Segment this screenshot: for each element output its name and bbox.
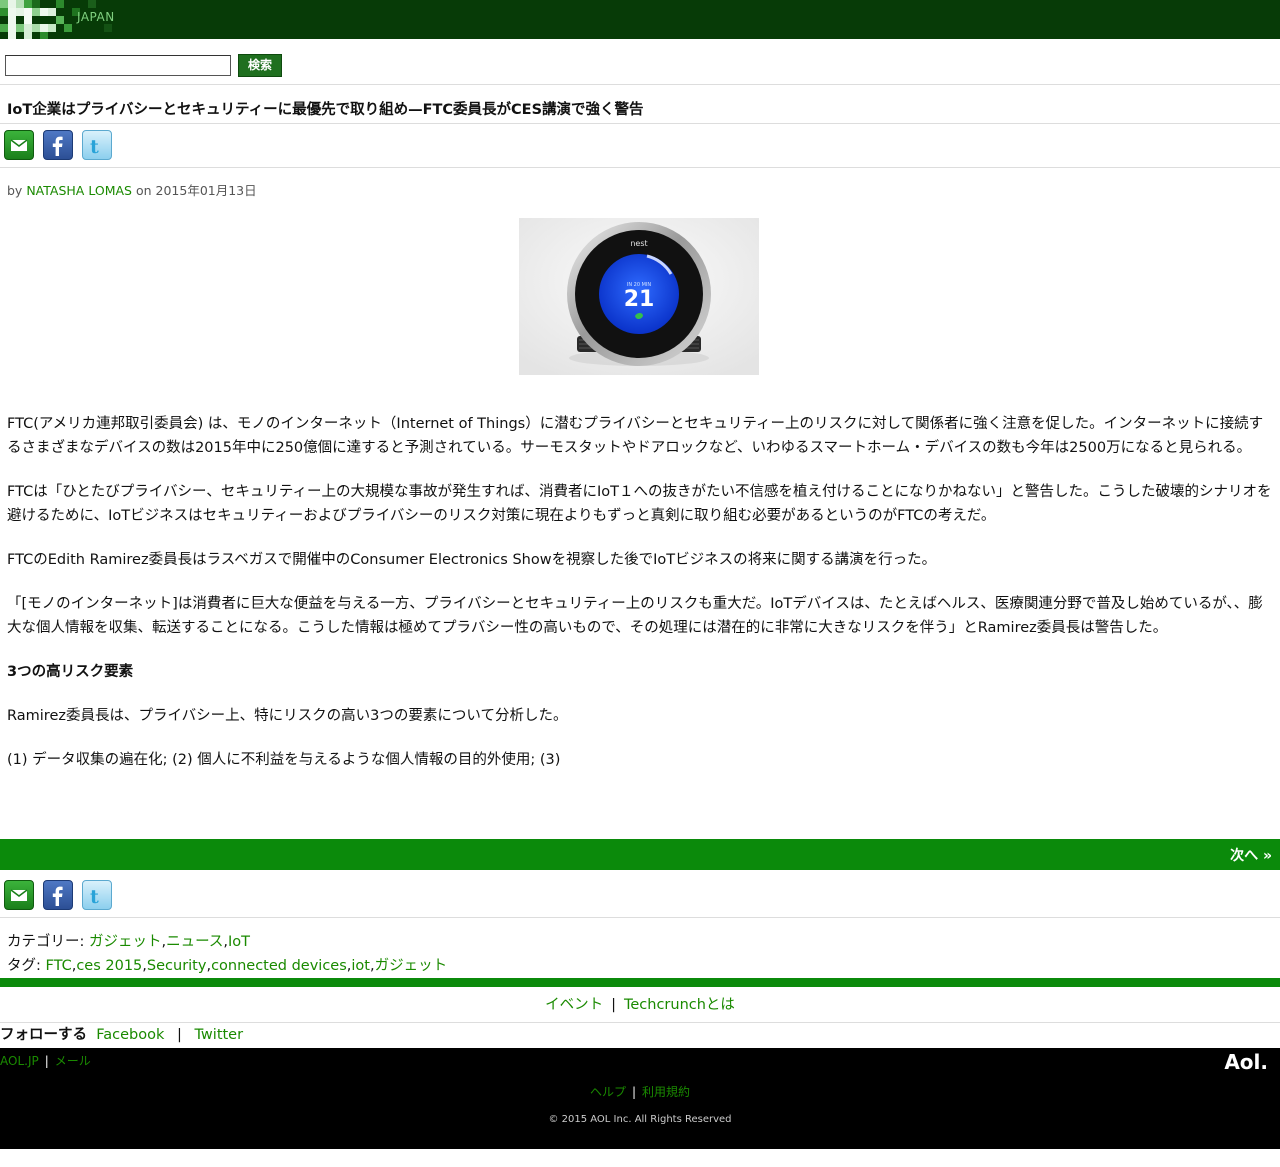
article-title-row: IoT企業はプライバシーとセキュリティーに最優先で取り組め—FTC委員長がCES… — [0, 85, 1280, 124]
svg-text:t: t — [90, 136, 99, 157]
follow-bar: フォローする Facebook | Twitter — [0, 1023, 1280, 1048]
share-mail-button[interactable] — [4, 130, 34, 160]
byline-prefix: by — [7, 183, 23, 198]
tag-label: タグ: — [7, 958, 41, 974]
facebook-icon — [52, 136, 63, 156]
twitter-icon: t — [90, 136, 99, 157]
image-number-text: 21 — [624, 287, 655, 312]
aoljp-link[interactable]: AOL.JP — [0, 1054, 39, 1068]
article-paragraph: FTCは「ひとたびプライバシー、セキュリティー上の大規模な事故が発生すれば、消費… — [7, 484, 1272, 524]
events-link[interactable]: イベント — [545, 997, 603, 1013]
share-twitter-button[interactable]: t — [82, 880, 112, 910]
footer-left-links: AOL.JP | メール — [0, 1052, 91, 1069]
facebook-icon — [52, 886, 63, 906]
search-button[interactable]: 検索 — [238, 54, 282, 77]
search-bar: 検索 — [0, 39, 1280, 85]
tag-link[interactable]: iot — [351, 958, 370, 974]
about-link[interactable]: Techcrunchとは — [624, 997, 735, 1013]
tag-link[interactable]: ces 2015 — [76, 958, 142, 974]
terms-link[interactable]: 利用規約 — [642, 1085, 690, 1099]
publish-date: 2015年01月13日 — [155, 183, 257, 198]
taxonomy: カテゴリー: ガジェット,ニュース,IoT タグ: FTC,ces 2015,S… — [7, 930, 447, 978]
mail-icon — [10, 139, 28, 151]
share-bar-bottom: t — [0, 874, 1280, 918]
site-footer: AOL.JP | メール Aol. ヘルプ | 利用規約 © 2015 AOL Inc.… — [0, 1048, 1280, 1149]
separator: | — [176, 1027, 182, 1043]
share-twitter-button[interactable]: t — [82, 130, 112, 160]
tag-link[interactable]: Security — [147, 958, 207, 974]
tag-link[interactable]: ガジェット — [375, 958, 448, 974]
article-paragraph: 「[モノのインターネット]は消費者に巨大な便益を与える一方、プライバシーとセキュ… — [7, 596, 1263, 636]
mail-icon — [10, 889, 28, 901]
twitter-icon: t — [90, 886, 99, 907]
mail-link[interactable]: メール — [55, 1054, 91, 1068]
category-row: カテゴリー: ガジェット,ニュース,IoT — [7, 934, 251, 950]
follow-twitter-link[interactable]: Twitter — [194, 1027, 243, 1043]
article-title: IoT企業はプライバシーとセキュリティーに最優先で取り組め—FTC委員長がCES… — [7, 102, 644, 118]
share-mail-button[interactable] — [4, 880, 34, 910]
category-link[interactable]: IoT — [228, 934, 250, 950]
footer-links: ヘルプ | 利用規約 — [0, 1083, 1280, 1100]
share-facebook-button[interactable] — [43, 880, 73, 910]
share-bar-top: t — [0, 124, 1280, 168]
tag-link[interactable]: connected devices — [211, 958, 347, 974]
share-facebook-button[interactable] — [43, 130, 73, 160]
category-link[interactable]: ニュース — [166, 934, 223, 950]
copyright: © 2015 AOL Inc. All Rights Reserved — [548, 1114, 732, 1125]
aol-logo[interactable]: Aol. — [1224, 1050, 1268, 1074]
logo-text: JAPAN — [77, 10, 115, 24]
follow-label: フォローする — [0, 1027, 87, 1043]
image-brand-text: nest — [630, 239, 647, 248]
help-link[interactable]: ヘルプ — [590, 1085, 626, 1099]
article-paragraph: (1) データ収集の遍在化; (2) 個人に不利益を与えるような個人情報の目的外… — [7, 752, 561, 768]
article-paragraph: FTC(アメリカ連邦取引委員会) は、モノのインターネット（Internet o… — [7, 416, 1264, 456]
article-paragraph: Ramirez委員長は、プライバシー上、特にリスクの高い3つの要素について分析し… — [7, 708, 568, 724]
thermostat-image: nest IN 20 MIN 21 — [519, 218, 759, 375]
tag-row: タグ: FTC,ces 2015,Security,connected devi… — [7, 958, 448, 974]
article-image-wrap: nest IN 20 MIN 21 — [0, 216, 1280, 387]
author-link[interactable]: NATASHA LOMAS — [26, 183, 132, 198]
article-paragraph: FTCのEdith Ramirez委員長はラスベガスで開催中のConsumer … — [7, 552, 937, 568]
follow-facebook-link[interactable]: Facebook — [96, 1027, 164, 1043]
pagination-bar: 次へ » — [0, 839, 1280, 870]
site-links: イベント | Techcrunchとは — [0, 987, 1280, 1023]
separator: | — [631, 1085, 637, 1099]
category-link[interactable]: ガジェット — [89, 934, 162, 950]
site-header: JAPAN — [0, 0, 1280, 39]
tag-link[interactable]: FTC — [46, 958, 72, 974]
separator: | — [611, 997, 616, 1013]
article-body: FTC(アメリカ連邦取引委員会) は、モノのインターネット（Internet o… — [0, 387, 1280, 772]
site-logo[interactable]: JAPAN — [0, 0, 130, 39]
divider — [0, 978, 1280, 987]
article-subheading: 3つの高リスク要素 — [7, 664, 134, 680]
next-page-link[interactable]: 次へ » — [1230, 845, 1272, 865]
date-prefix: on — [135, 183, 152, 198]
separator: | — [44, 1054, 49, 1068]
category-label: カテゴリー: — [7, 934, 85, 950]
article-image: nest IN 20 MIN 21 — [519, 218, 759, 375]
byline: by NATASHA LOMAS on 2015年01月13日 — [0, 168, 1280, 216]
svg-text:t: t — [90, 886, 99, 907]
search-input[interactable] — [5, 55, 231, 76]
